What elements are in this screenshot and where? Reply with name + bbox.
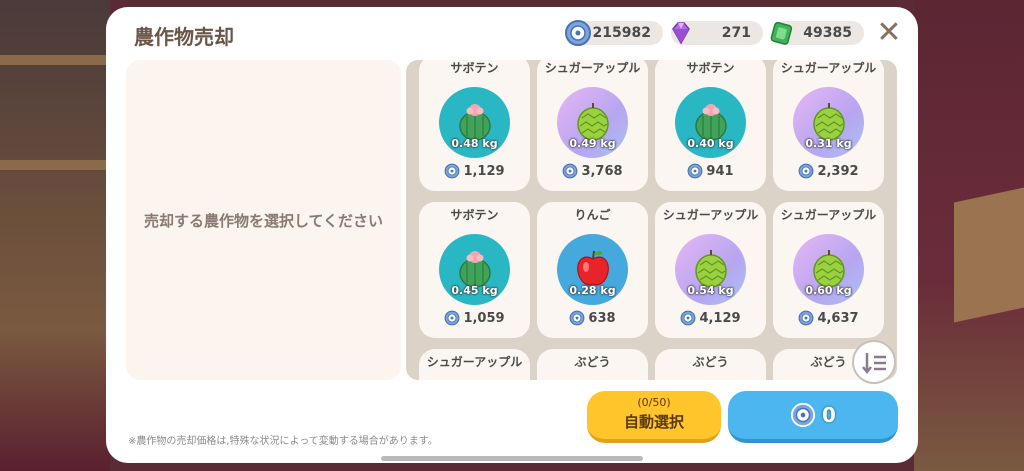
- auto-select-count: (0/50): [637, 396, 671, 409]
- crop-card[interactable]: シュガーアップル 0.54 kg 4,129: [655, 202, 766, 338]
- ticket-icon: [770, 21, 793, 45]
- crop-card[interactable]: サボテン 0.45 kg 1,059: [419, 202, 530, 338]
- crop-price: 1,059: [419, 310, 530, 326]
- crop-price-value: 941: [706, 163, 734, 179]
- sell-button[interactable]: 0: [728, 391, 898, 443]
- coin-icon: [799, 163, 814, 179]
- auto-select-label: 自動選択: [623, 413, 684, 431]
- coin-balance: 215982: [565, 20, 663, 46]
- crop-price: 1,129: [419, 163, 530, 179]
- coin-icon: [563, 163, 578, 179]
- cactus-icon: [459, 104, 491, 141]
- background-shelf: [0, 55, 110, 65]
- crop-weight: 0.45 kg: [451, 284, 498, 297]
- coin-icon: [445, 310, 460, 326]
- ticket-amount: 49385: [803, 25, 852, 41]
- gem-balance: 271: [671, 21, 763, 45]
- crop-card[interactable]: ぶどう: [537, 349, 648, 380]
- crop-price-value: 4,129: [699, 310, 741, 326]
- auto-select-button[interactable]: (0/50) 自動選択: [587, 391, 721, 443]
- background-crate: [954, 187, 1024, 323]
- crop-price: 941: [655, 163, 766, 179]
- crop-name: ぶどう: [574, 355, 611, 369]
- apple-icon: [577, 250, 609, 286]
- selection-area: 売却する農作物を選択してください: [126, 60, 401, 380]
- crop-card[interactable]: サボテン 0.48 kg 1,129: [419, 60, 530, 191]
- background-shelf: [0, 160, 110, 170]
- crop-weight: 0.31 kg: [805, 137, 852, 150]
- coin-icon: [790, 402, 816, 428]
- crop-name: シュガーアップル: [780, 61, 877, 75]
- crop-price: 638: [537, 310, 648, 326]
- crop-weight: 0.40 kg: [687, 137, 734, 150]
- coin-amount: 215982: [592, 25, 651, 41]
- coin-icon: [565, 20, 591, 46]
- sell-crops-dialog: 農作物売却 215982 271 49385 ✕ 売却する農作物を選択してくださ…: [106, 7, 918, 463]
- crop-card[interactable]: りんご 0.28 kg 638: [537, 202, 648, 338]
- price-note: ※農作物の売却価格は,特殊な状況によって変動する場合があります。: [128, 436, 438, 447]
- coin-icon: [569, 310, 585, 326]
- gem-icon: [672, 22, 690, 45]
- crop-price: 4,129: [655, 310, 766, 326]
- cactus-icon: [695, 104, 727, 141]
- crop-name: ぶどう: [692, 355, 729, 369]
- crop-price-value: 3,768: [581, 163, 623, 179]
- crop-price-value: 4,637: [817, 310, 859, 326]
- sort-button[interactable]: [852, 340, 896, 384]
- crop-name: サボテン: [450, 208, 499, 222]
- crop-weight: 0.28 kg: [569, 284, 616, 297]
- home-indicator: [381, 456, 643, 461]
- sugar-apple-icon: [813, 103, 845, 141]
- crop-weight: 0.48 kg: [451, 137, 498, 150]
- crop-weight: 0.60 kg: [805, 284, 852, 297]
- coin-icon: [681, 310, 696, 326]
- crop-card[interactable]: シュガーアップル: [419, 349, 530, 380]
- coin-icon: [799, 310, 814, 326]
- cactus-icon: [459, 251, 491, 288]
- crop-price: 2,392: [773, 163, 884, 179]
- crop-name: シュガーアップル: [662, 208, 759, 222]
- crop-name: シュガーアップル: [544, 61, 641, 75]
- crop-price: 4,637: [773, 310, 884, 326]
- crop-card[interactable]: サボテン 0.40 kg 941: [655, 60, 766, 191]
- sugar-apple-icon: [813, 250, 845, 288]
- crop-price-value: 1,059: [463, 310, 505, 326]
- crop-price-value: 638: [588, 310, 616, 326]
- background-left-scene: [0, 0, 110, 471]
- crop-name: シュガーアップル: [426, 355, 523, 369]
- crop-price-value: 1,129: [463, 163, 505, 179]
- sort-icon: [862, 353, 886, 375]
- background-right-scene: [914, 0, 1024, 471]
- crop-name: シュガーアップル: [780, 208, 877, 222]
- sugar-apple-icon: [695, 250, 727, 288]
- sugar-apple-icon: [577, 103, 609, 141]
- sell-total: 0: [822, 403, 836, 427]
- crop-card[interactable]: シュガーアップル 0.60 kg 4,637: [773, 202, 884, 338]
- dialog-title: 農作物売却: [134, 25, 234, 49]
- crop-price: 3,768: [537, 163, 648, 179]
- coin-icon: [687, 163, 703, 179]
- crop-name: サボテン: [686, 61, 735, 75]
- crop-name: サボテン: [450, 61, 499, 75]
- crop-weight: 0.54 kg: [687, 284, 734, 297]
- selection-prompt: 売却する農作物を選択してください: [143, 211, 384, 230]
- crop-price-value: 2,392: [817, 163, 859, 179]
- close-icon[interactable]: ✕: [876, 18, 902, 48]
- crop-card[interactable]: ぶどう: [655, 349, 766, 380]
- crop-weight: 0.49 kg: [569, 137, 616, 150]
- coin-icon: [445, 163, 460, 179]
- gem-amount: 271: [721, 25, 751, 41]
- crop-name: りんご: [574, 208, 611, 222]
- crop-card[interactable]: シュガーアップル 0.31 kg 2,392: [773, 60, 884, 191]
- ticket-balance: 49385: [770, 21, 864, 45]
- crop-grid[interactable]: サボテン 0.48 kg 1,129 シュガーアップル 0.49 kg 3,768 サボテン…: [406, 60, 897, 380]
- crop-card[interactable]: シュガーアップル 0.49 kg 3,768: [537, 60, 648, 191]
